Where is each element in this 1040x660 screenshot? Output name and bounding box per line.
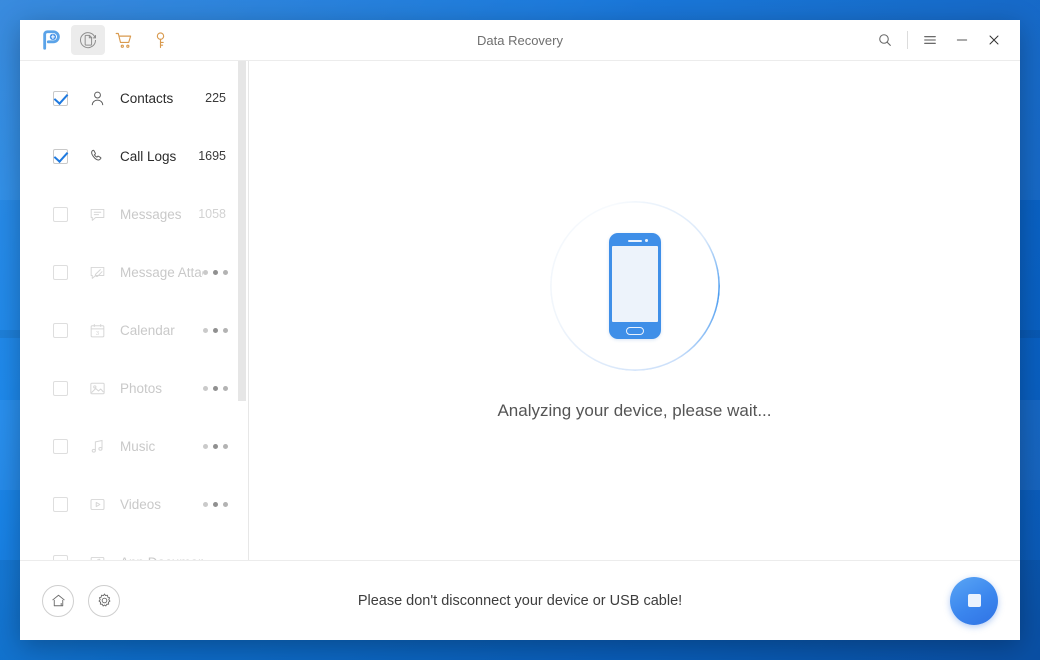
sidebar-list: Contacts 225 Call Logs 1695 Messages 105… — [20, 61, 248, 560]
register-button[interactable] — [143, 25, 177, 55]
checkbox-message-attachments[interactable] — [53, 264, 68, 280]
footer-warning-text: Please don't disconnect your device or U… — [357, 592, 683, 609]
sidebar-item-messages[interactable]: Messages 1058 — [20, 185, 248, 243]
toolbar-divider — [907, 31, 908, 49]
contact-person-icon — [86, 87, 108, 109]
close-button[interactable] — [978, 25, 1010, 55]
toolbar — [20, 25, 177, 55]
checkbox-videos[interactable] — [53, 496, 68, 512]
phone-home-button — [625, 326, 644, 335]
phone-handset-icon — [86, 145, 108, 167]
checkbox-calendar[interactable] — [53, 322, 68, 338]
stop-scan-button[interactable] — [950, 576, 998, 625]
window-controls — [869, 25, 1020, 55]
stop-square-icon — [967, 594, 981, 607]
minimize-button[interactable] — [946, 25, 978, 55]
sidebar-count: 1695 — [198, 149, 226, 163]
loading-dots — [203, 269, 228, 275]
sidebar-scrollbar-track[interactable] — [238, 61, 248, 560]
menu-button[interactable] — [914, 25, 946, 55]
home-button[interactable] — [42, 584, 74, 617]
footer-bar: Please don't disconnect your device or U… — [20, 560, 1020, 640]
sidebar-label: Call Logs — [120, 148, 177, 164]
photo-image-icon — [86, 377, 108, 399]
sidebar-item-calendar[interactable]: 3 Calendar — [20, 301, 248, 359]
sidebar-item-contacts[interactable]: Contacts 225 — [20, 69, 248, 127]
settings-button[interactable] — [88, 584, 120, 617]
main-content: Analyzing your device, please wait... — [249, 61, 1020, 560]
sidebar-label: Photos — [120, 380, 163, 396]
search-icon — [877, 32, 893, 48]
attachment-bubble-icon — [86, 261, 108, 283]
scanning-phone-icon — [549, 200, 720, 371]
music-note-icon — [86, 435, 108, 457]
sidebar-label: Calendar — [120, 322, 175, 338]
phone-camera — [644, 239, 648, 242]
sidebar-item-music[interactable]: Music — [20, 417, 248, 475]
loading-dots — [203, 327, 228, 333]
sidebar-label: Messages — [120, 206, 182, 222]
home-icon — [50, 592, 67, 609]
sidebar-item-call-logs[interactable]: Call Logs 1695 — [20, 127, 248, 185]
sidebar-count: 1058 — [198, 207, 226, 221]
phone-illustration — [608, 232, 661, 339]
search-button[interactable] — [869, 25, 901, 55]
sidebar-item-message-attachments[interactable]: Message Attach... — [20, 243, 248, 301]
sidebar-item-app-documents[interactable]: App Documents — [20, 533, 248, 560]
sidebar-count: 225 — [205, 91, 226, 105]
data-recovery-tab[interactable] — [71, 25, 105, 55]
cart-button[interactable] — [107, 25, 141, 55]
app-documents-icon — [86, 551, 108, 560]
loading-dots — [203, 443, 228, 449]
sidebar-label: Music — [120, 438, 156, 454]
loading-dots — [203, 501, 228, 507]
video-play-icon — [86, 493, 108, 515]
sidebar-label: Message Attach... — [120, 264, 203, 280]
app-logo-icon — [41, 29, 63, 51]
sidebar-item-photos[interactable]: Photos — [20, 359, 248, 417]
sidebar-label: Videos — [120, 496, 162, 512]
close-icon — [986, 32, 1002, 48]
title-bar: Data Recovery — [20, 20, 1020, 61]
calendar-icon: 3 — [86, 319, 108, 341]
gear-icon — [96, 592, 113, 609]
shopping-cart-icon — [114, 30, 135, 51]
window-body: Contacts 225 Call Logs 1695 Messages 105… — [20, 61, 1020, 560]
sidebar: Contacts 225 Call Logs 1695 Messages 105… — [20, 61, 249, 560]
checkbox-contacts[interactable] — [53, 90, 68, 106]
sidebar-label: Contacts — [120, 90, 174, 106]
minimize-icon — [954, 32, 970, 48]
application-window: Data Recovery Contacts 225 Call Logs 169… — [20, 20, 1020, 640]
checkbox-music[interactable] — [53, 438, 68, 454]
loading-dots — [203, 385, 228, 391]
checkbox-call-logs[interactable] — [53, 148, 68, 164]
checkbox-photos[interactable] — [53, 380, 68, 396]
hamburger-menu-icon — [922, 32, 938, 48]
document-refresh-icon — [78, 30, 98, 50]
phone-speaker — [627, 239, 642, 242]
sidebar-scrollbar-thumb[interactable] — [238, 61, 246, 401]
sidebar-item-videos[interactable]: Videos — [20, 475, 248, 533]
checkbox-messages[interactable] — [53, 206, 68, 222]
key-icon — [150, 30, 171, 51]
phone-screen — [611, 245, 658, 322]
app-logo[interactable] — [35, 25, 69, 55]
message-bubble-icon — [86, 203, 108, 225]
analysis-status-text: Analyzing your device, please wait... — [497, 400, 772, 420]
svg-text:3: 3 — [95, 330, 98, 336]
